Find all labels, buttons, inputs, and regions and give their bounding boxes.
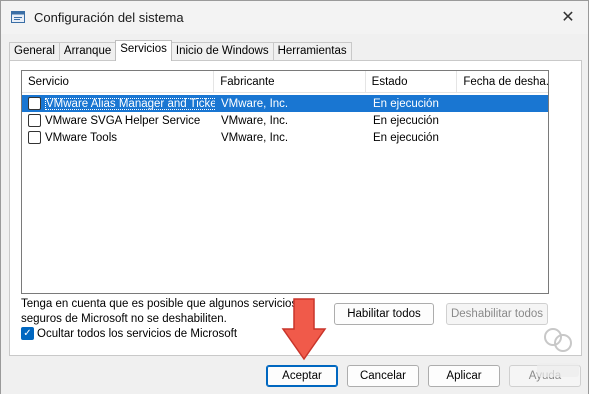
window-title: Configuración del sistema [34, 10, 184, 25]
column-header-service[interactable]: Servicio [22, 71, 215, 93]
service-checkbox[interactable] [28, 131, 41, 144]
hide-microsoft-services-checkbox[interactable]: ✓ [21, 327, 34, 340]
service-vendor: VMware, Inc. [221, 97, 289, 110]
service-row[interactable]: VMware Tools VMware, Inc. En ejecución [22, 129, 548, 146]
close-button[interactable]: ✕ [554, 5, 582, 29]
close-icon: ✕ [561, 9, 575, 26]
enable-all-button[interactable]: Habilitar todos [334, 303, 434, 325]
ok-button[interactable]: Aceptar [266, 365, 338, 387]
tab-inicio-windows[interactable]: Inicio de Windows [170, 42, 274, 61]
tab-arranque[interactable]: Arranque [58, 42, 117, 61]
title-bar[interactable]: Configuración del sistema ✕ [1, 1, 588, 34]
red-arrow-annotation-icon [281, 298, 327, 361]
column-header-status[interactable]: Estado [366, 71, 458, 93]
service-status: En ejecución [373, 131, 439, 144]
hide-microsoft-services-option[interactable]: ✓ Ocultar todos los servicios de Microso… [21, 327, 237, 340]
service-name: VMware SVGA Helper Service [45, 114, 201, 127]
watermark-logo-icon [537, 323, 579, 377]
service-row[interactable]: VMware Alias Manager and Ticke... VMware… [22, 95, 548, 112]
service-name: VMware Alias Manager and Ticke... [46, 97, 215, 110]
service-checkbox[interactable] [28, 114, 41, 127]
tab-general[interactable]: General [9, 42, 60, 61]
services-list[interactable]: Servicio Fabricante Estado Fecha de desh… [21, 70, 549, 294]
service-vendor: VMware, Inc. [221, 131, 289, 144]
microsoft-services-notice: Tenga en cuenta que es posible que algun… [21, 298, 298, 325]
column-header-disabled-date[interactable]: Fecha de desha... [457, 71, 548, 93]
service-name: VMware Tools [45, 131, 118, 144]
service-status: En ejecución [373, 114, 439, 127]
service-checkbox[interactable] [28, 97, 41, 110]
tab-herramientas[interactable]: Herramientas [272, 42, 352, 61]
service-status: En ejecución [373, 97, 439, 110]
apply-button[interactable]: Aplicar [428, 365, 500, 387]
tab-servicios[interactable]: Servicios [115, 40, 172, 61]
service-row[interactable]: VMware SVGA Helper Service VMware, Inc. … [22, 112, 548, 129]
hide-microsoft-services-label: Ocultar todos los servicios de Microsoft [37, 327, 238, 340]
tab-strip: General Arranque Servicios Inicio de Win… [9, 40, 352, 61]
system-config-icon [11, 11, 25, 23]
services-list-header: Servicio Fabricante Estado Fecha de desh… [22, 71, 548, 93]
cancel-button[interactable]: Cancelar [347, 365, 419, 387]
service-vendor: VMware, Inc. [221, 114, 289, 127]
column-header-vendor[interactable]: Fabricante [214, 71, 366, 93]
system-config-window: Configuración del sistema ✕ General Arra… [0, 0, 589, 394]
